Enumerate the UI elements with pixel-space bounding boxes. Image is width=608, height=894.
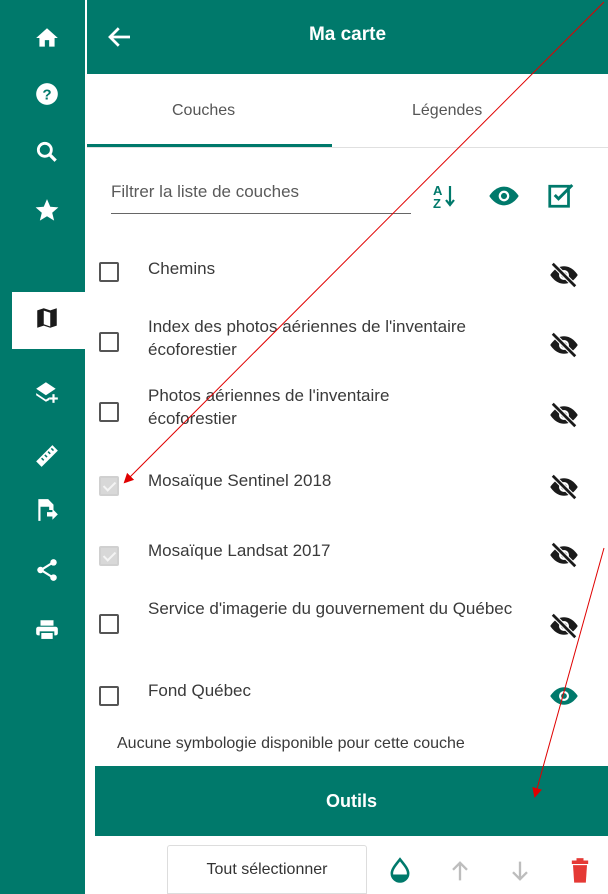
- select-all-button[interactable]: Tout sélectionner: [167, 845, 367, 894]
- home-icon: [34, 25, 60, 56]
- layer-checkbox[interactable]: [99, 614, 119, 634]
- help-icon: ?: [34, 81, 60, 112]
- layer-filter-input[interactable]: [111, 176, 411, 202]
- eye-off-icon[interactable]: [549, 472, 579, 502]
- delete-trash-icon[interactable]: [566, 857, 594, 885]
- active-tab-indicator: [87, 144, 332, 147]
- layer-label: Mosaïque Landsat 2017: [148, 541, 331, 560]
- layer-checkbox[interactable]: [99, 686, 119, 706]
- tab-bar: Couches Légendes: [87, 74, 608, 148]
- arrow-down-icon[interactable]: [506, 857, 534, 885]
- layer-row: Service d'imagerie du gouvernement du Qu…: [95, 597, 595, 649]
- sort-az-icon[interactable]: A Z: [428, 180, 460, 212]
- star-icon: [34, 197, 60, 228]
- layer-label: Chemins: [148, 259, 216, 278]
- layer-label: Mosaïque Sentinel 2018: [148, 471, 332, 490]
- layer-row: Mosaïque Landsat 2017: [95, 534, 595, 574]
- select-all-check-icon[interactable]: [546, 180, 578, 212]
- annotation-arrow-tools: [532, 547, 605, 798]
- layer-checkbox[interactable]: [99, 262, 119, 282]
- eye-off-icon[interactable]: [549, 540, 579, 570]
- sidebar-item-favorites[interactable]: [12, 184, 85, 241]
- eye-icon[interactable]: [488, 180, 520, 212]
- sidebar-item-home[interactable]: [12, 12, 85, 69]
- eye-icon[interactable]: [549, 681, 579, 711]
- arrow-up-icon[interactable]: [446, 857, 474, 885]
- layer-checkbox[interactable]: [99, 476, 119, 496]
- print-icon: [34, 617, 60, 648]
- layer-label: Fond Québec: [148, 681, 252, 700]
- layer-label: Service d'imagerie du gouvernement du Qu…: [148, 599, 513, 618]
- symbology-note: Aucune symbologie disponible pour cette …: [117, 735, 465, 752]
- layer-row: Chemins: [95, 252, 595, 292]
- layer-row: Fond Québec: [95, 676, 595, 716]
- tools-toggle-button[interactable]: Outils: [95, 766, 608, 836]
- sidebar-item-search[interactable]: [12, 126, 85, 183]
- tools-label: Outils: [325, 790, 377, 811]
- tab-couches[interactable]: Couches: [172, 102, 235, 120]
- layer-label: Index des photos aériennes de l'inventai…: [148, 317, 466, 359]
- opacity-drop-icon[interactable]: [386, 857, 414, 885]
- export-file-icon: [34, 497, 60, 528]
- layer-row: Index des photos aériennes de l'inventai…: [95, 312, 595, 364]
- sidebar-item-measure[interactable]: [12, 430, 85, 487]
- search-icon: [34, 139, 60, 170]
- panel-header: Ma carte: [87, 0, 608, 74]
- layer-checkbox[interactable]: [99, 546, 119, 566]
- sidebar-item-map[interactable]: [12, 292, 85, 349]
- eye-off-icon[interactable]: [549, 260, 579, 290]
- map-icon: [34, 305, 60, 336]
- layer-checkbox[interactable]: [99, 332, 119, 352]
- add-layer-icon: [34, 379, 60, 410]
- map-panel: ? Ma carte Couches Légendes Filtrer la l…: [0, 0, 608, 894]
- page-title: Ma carte: [308, 24, 387, 45]
- sidebar-item-print[interactable]: [12, 604, 85, 661]
- svg-text:?: ?: [42, 86, 51, 103]
- sidebar-item-add-layer[interactable]: [12, 366, 85, 423]
- eye-off-icon[interactable]: [549, 611, 579, 641]
- sidebar-item-help[interactable]: ?: [12, 68, 85, 125]
- sidebar-item-export[interactable]: [12, 484, 85, 541]
- sidebar: ?: [0, 0, 85, 894]
- eye-off-icon[interactable]: [549, 330, 579, 360]
- eye-off-icon[interactable]: [549, 400, 579, 430]
- layer-checkbox[interactable]: [99, 402, 119, 422]
- layer-label: Photos aériennes de l'inventaire écofore…: [148, 386, 390, 428]
- svg-text:Z: Z: [433, 196, 441, 211]
- ruler-icon: [34, 443, 60, 474]
- layer-row: Mosaïque Sentinel 2018: [95, 464, 595, 504]
- tab-legendes[interactable]: Légendes: [412, 102, 482, 120]
- filter-field[interactable]: [111, 176, 411, 214]
- sidebar-item-share[interactable]: [12, 544, 85, 601]
- layer-row: Photos aériennes de l'inventaire écofore…: [95, 384, 595, 436]
- share-icon: [34, 557, 60, 588]
